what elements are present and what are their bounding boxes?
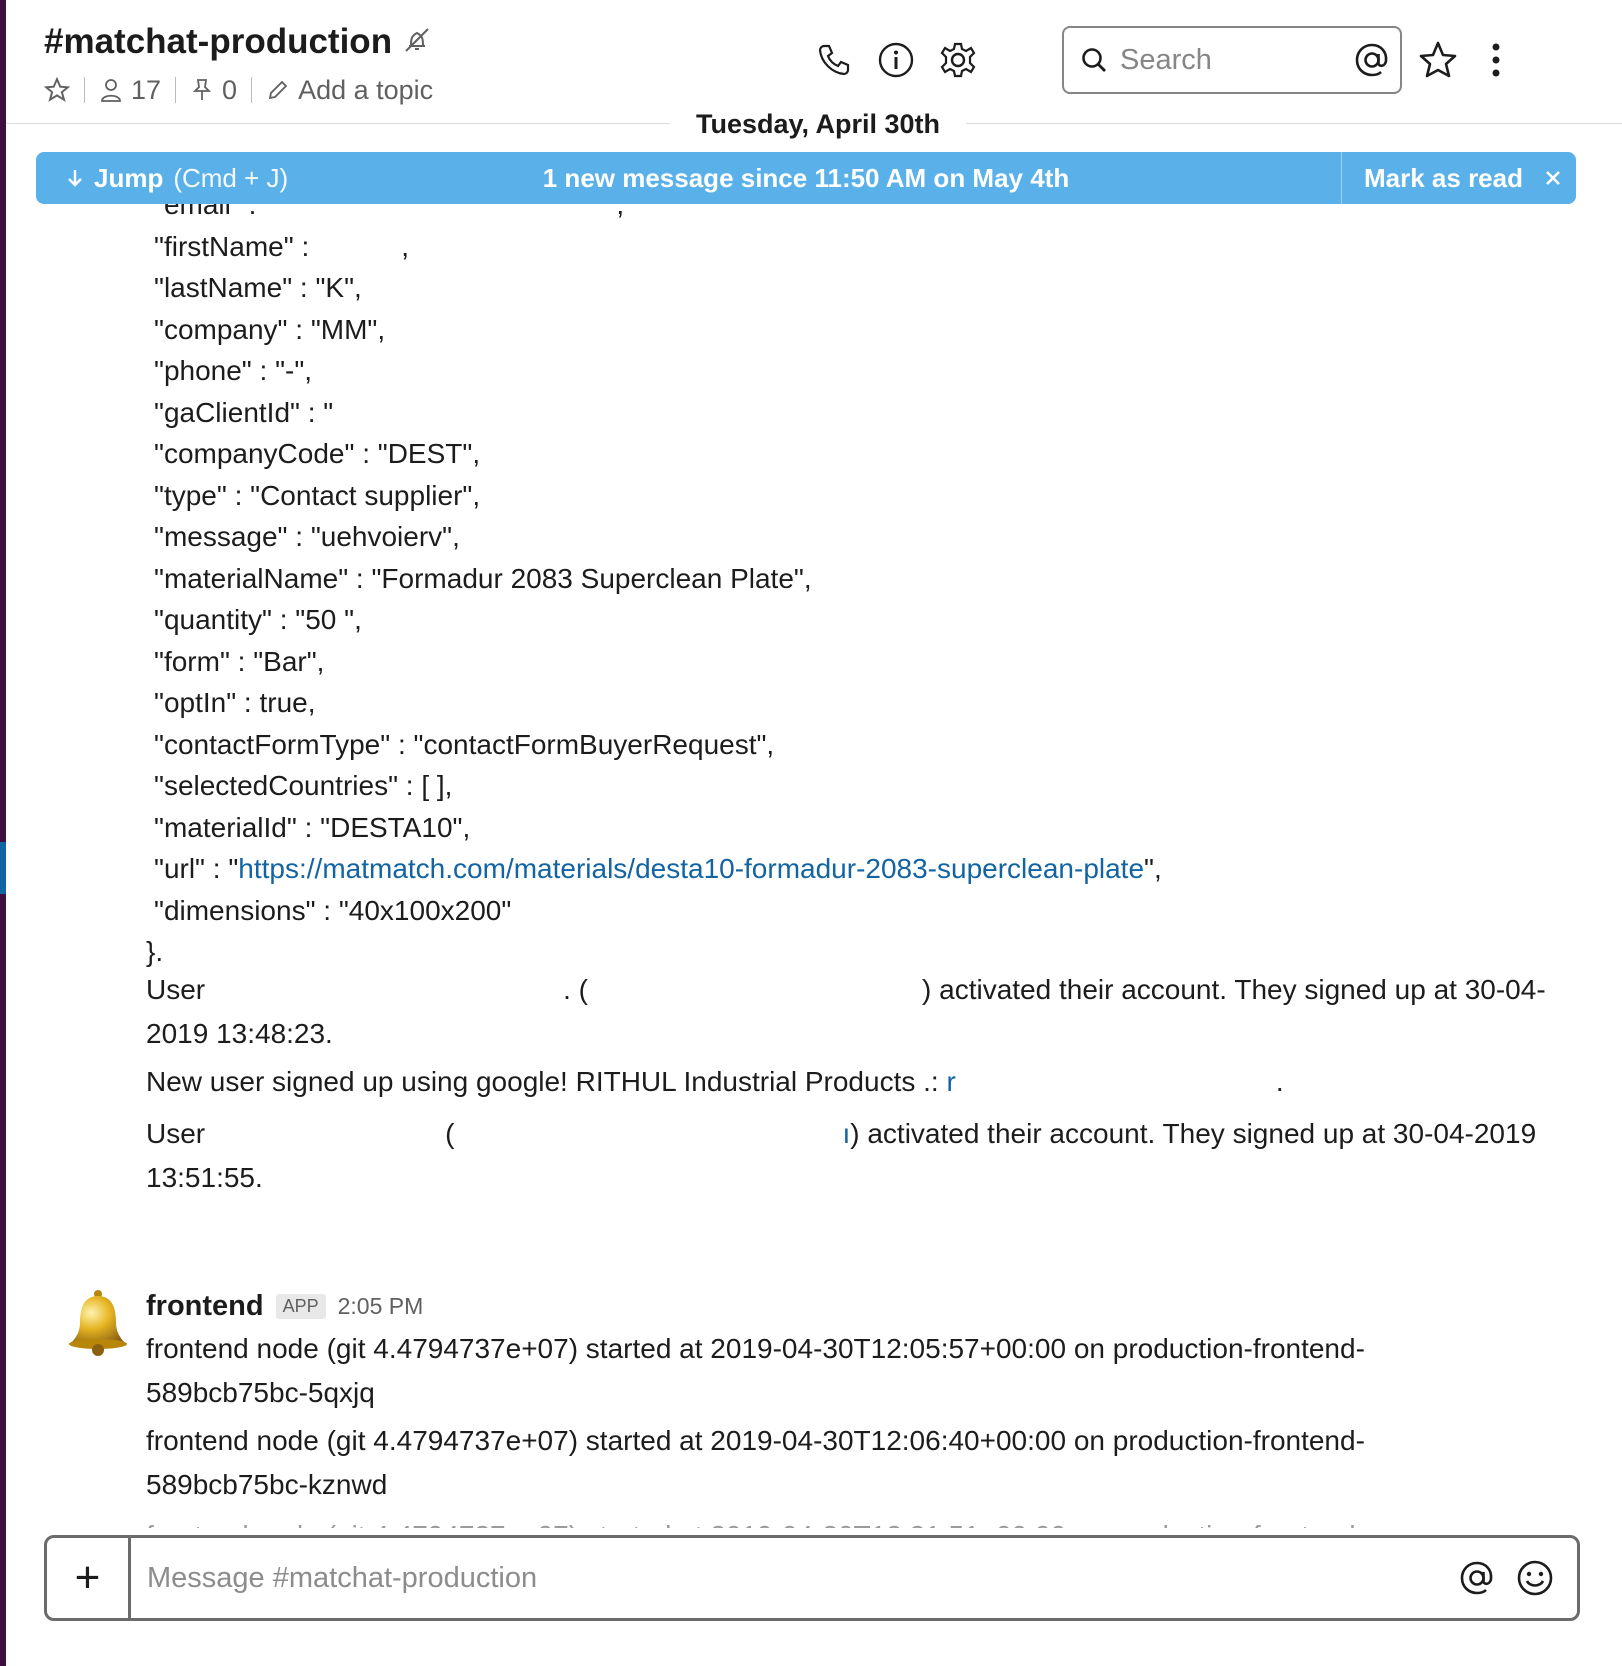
json-line: "company" : "MM",	[154, 314, 386, 345]
message-list[interactable]: "email" :, "firstName" :, "lastName" : "…	[6, 204, 1622, 1528]
search-input[interactable]: Search	[1062, 26, 1402, 94]
banner-divider	[1341, 152, 1342, 204]
meta-separator	[175, 77, 177, 103]
pinned-count: 0	[222, 74, 238, 105]
sender-name[interactable]: frontend	[146, 1290, 264, 1323]
json-line: "materialName" : "Formadur 2083 Supercle…	[154, 563, 812, 594]
more-options-icon[interactable]	[1476, 40, 1516, 80]
json-line: "gaClientId" : "	[154, 397, 334, 428]
gear-icon[interactable]	[938, 40, 978, 80]
person-icon	[101, 79, 121, 102]
star-icon	[44, 77, 70, 102]
json-line: "companyCode" : "DEST",	[154, 438, 481, 469]
star-icon[interactable]	[1418, 40, 1458, 80]
json-line: "selectedCountries" : [ ],	[154, 770, 453, 801]
member-count-button[interactable]: 17	[99, 75, 161, 106]
pinned-count-button[interactable]: 0	[190, 75, 237, 106]
new-messages-banner: Jump (Cmd + J) 1 new message since 11:50…	[36, 152, 1576, 204]
star-channel-button[interactable]	[44, 77, 70, 103]
meta-separator	[251, 77, 253, 103]
message-composer: +	[44, 1535, 1580, 1621]
add-topic-button[interactable]: Add a topic	[266, 75, 433, 106]
json-line: "contactFormType" : "contactFormBuyerReq…	[154, 729, 775, 760]
json-line: "message" : "uehvoierv",	[154, 521, 460, 552]
search-placeholder: Search	[1120, 43, 1212, 76]
json-line: "email" :,	[154, 204, 625, 220]
material-url-link[interactable]: https://matmatch.com/materials/desta10-f…	[238, 853, 1144, 884]
message-timestamp[interactable]: 2:05 PM	[338, 1293, 424, 1320]
message-header: frontend APP 2:05 PM	[146, 1286, 423, 1326]
mark-as-read-label: Mark as read	[1364, 162, 1523, 193]
channel-meta-row: 17 0 Add a topic	[44, 72, 433, 108]
mark-as-read-button[interactable]: Mark as read	[1364, 152, 1561, 204]
signup-email-link[interactable]: r	[946, 1066, 955, 1097]
json-line: "firstName" :,	[154, 231, 410, 262]
pin-icon	[192, 79, 212, 100]
json-line: "form" : "Bar",	[154, 646, 325, 677]
search-icon	[1082, 48, 1106, 72]
composer-actions	[1457, 1538, 1577, 1618]
emoji-icon[interactable]	[1515, 1558, 1555, 1598]
json-line: "phone" : "-",	[154, 355, 313, 386]
activation-message: User(ı) activated their account. They si…	[146, 1118, 1537, 1193]
add-topic-label: Add a topic	[298, 74, 434, 105]
json-line: "url" : "https://matmatch.com/materials/…	[154, 853, 1162, 884]
frontend-log-message: frontend node (git 4.4794737e+07) starte…	[146, 1425, 1365, 1500]
jump-shortcut-hint: (Cmd + J)	[173, 162, 289, 193]
channel-name[interactable]: #matchat-production	[44, 22, 392, 62]
meta-separator	[84, 77, 85, 103]
app-badge: APP	[275, 1293, 326, 1319]
json-line: "type" : "Contact supplier",	[154, 480, 481, 511]
jump-button[interactable]: Jump (Cmd + J)	[66, 152, 288, 204]
json-line: "dimensions" : "40x100x200"	[154, 895, 512, 926]
attach-button[interactable]: +	[47, 1538, 131, 1618]
google-signup-message: New user signed up using google! RITHUL …	[146, 1066, 1284, 1097]
close-icon[interactable]	[1545, 170, 1561, 186]
json-line: "quantity" : "50 ",	[154, 604, 362, 635]
arrow-down-icon	[68, 170, 82, 187]
phone-icon[interactable]	[814, 40, 854, 80]
json-line: "optIn" : true,	[154, 687, 316, 718]
jump-label: Jump	[94, 162, 164, 193]
mention-icon[interactable]	[1457, 1558, 1497, 1598]
date-divider: Tuesday, April 30th	[6, 104, 1622, 144]
message-input[interactable]	[131, 1538, 1457, 1618]
mentions-icon[interactable]	[1352, 40, 1392, 80]
date-label[interactable]: Tuesday, April 30th	[670, 104, 966, 144]
activation-message: User. () activated their account. They s…	[146, 974, 1546, 1049]
json-line: "materialId" : "DESTA10",	[154, 812, 471, 843]
frontend-log-message: frontend node (git 4.4794737e+07) starte…	[146, 1333, 1365, 1408]
bell-avatar[interactable]	[60, 1286, 136, 1362]
json-line: "lastName" : "K",	[154, 272, 362, 303]
frontend-log-message-partial: frontend node (git 4.4794737e+07) starte…	[146, 1514, 1446, 1528]
member-count: 17	[131, 74, 162, 105]
json-line: }.	[146, 936, 164, 967]
info-icon[interactable]	[876, 40, 916, 80]
pencil-icon	[268, 80, 288, 100]
bell-muted-icon	[405, 28, 429, 52]
